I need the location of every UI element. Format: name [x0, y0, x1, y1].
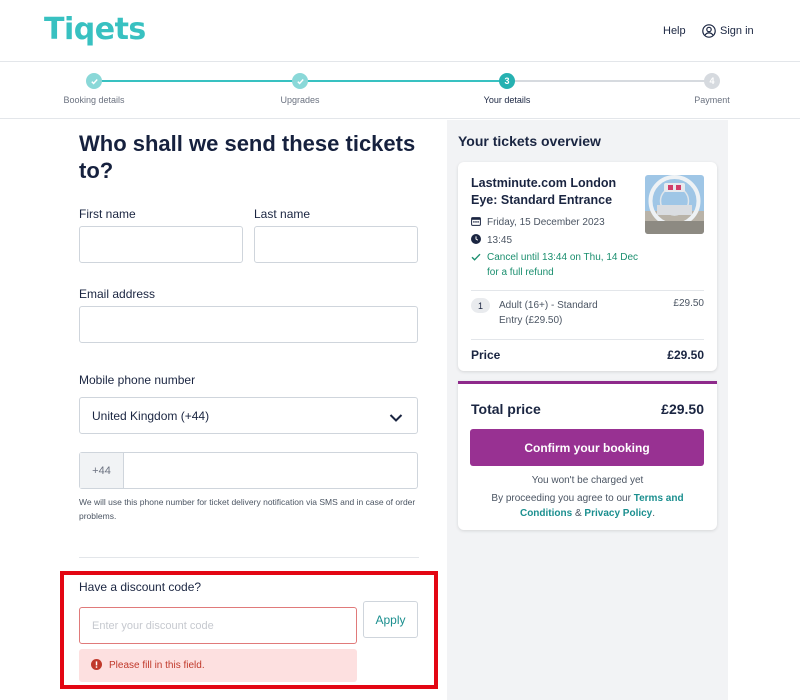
first-name-field[interactable]: [79, 226, 243, 263]
error-icon: [91, 657, 102, 675]
country-code-value: United Kingdom (+44): [92, 409, 210, 423]
clock-icon: [471, 234, 481, 247]
visit-time-text: 13:45: [487, 235, 513, 246]
step-label-your-details: Your details: [483, 95, 531, 105]
discount-label: Have a discount code?: [79, 580, 202, 594]
cancellation-policy: Cancel until 13:44 on Thu, 14 Dec for a …: [471, 250, 647, 280]
step-label-payment: Payment: [694, 95, 730, 105]
progress-stepper: Booking details Upgrades 3 Your details …: [0, 62, 800, 119]
ticket-card: Lastminute.com London Eye: Standard Entr…: [458, 162, 717, 371]
sign-in-link[interactable]: Sign in: [702, 24, 754, 38]
help-link[interactable]: Help: [663, 25, 686, 37]
visit-time: 13:45: [471, 234, 512, 247]
page-title: Who shall we send these tickets to?: [79, 131, 416, 183]
step-label-upgrades: Upgrades: [280, 95, 320, 105]
discount-code-input[interactable]: [79, 607, 357, 644]
phone-field[interactable]: +44: [79, 452, 418, 489]
email-label: Email address: [79, 287, 156, 301]
terms-prefix: By proceeding you agree to our: [491, 493, 631, 504]
chevron-down-icon: [389, 410, 403, 428]
tiqets-logo[interactable]: Tiqets: [44, 12, 146, 47]
first-name-label: First name: [79, 207, 136, 221]
visit-date-text: Friday, 15 December 2023: [487, 217, 605, 228]
visit-date: Friday, 15 December 2023: [471, 216, 605, 229]
terms-suffix: .: [652, 508, 656, 519]
total-price-label: Total price: [471, 401, 541, 417]
validation-error: Please fill in this field.: [79, 649, 357, 682]
section-divider: [79, 557, 419, 558]
total-card: Total price £29.50 Confirm your booking …: [458, 381, 717, 530]
step-1-check-icon: [86, 73, 102, 89]
step-4-number: 4: [704, 73, 720, 89]
apply-discount-button[interactable]: Apply: [363, 601, 418, 638]
phone-help-text: We will use this phone number for ticket…: [79, 497, 416, 521]
ticket-quantity: 1: [471, 298, 490, 313]
price-value: £29.50: [667, 348, 704, 362]
product-thumbnail: [645, 175, 704, 234]
user-icon: [702, 24, 716, 38]
phone-label: Mobile phone number: [79, 373, 196, 387]
cancellation-text: Cancel until 13:44 on Thu, 14 Dec for a …: [487, 252, 639, 278]
confirm-booking-button[interactable]: Confirm your booking: [470, 429, 704, 466]
terms-note: By proceeding you agree to our Terms and…: [478, 491, 697, 521]
last-name-label: Last name: [254, 207, 311, 221]
total-price-value: £29.50: [661, 401, 704, 417]
step-label-booking-details: Booking details: [63, 95, 125, 105]
privacy-policy-link[interactable]: Privacy Policy: [584, 508, 652, 519]
not-charged-note: You won't be charged yet: [531, 475, 644, 486]
calendar-icon: [471, 216, 481, 229]
error-message: Please fill in this field.: [109, 660, 205, 671]
top-bar: Tiqets Help Sign in: [0, 0, 800, 62]
price-label: Price: [471, 348, 501, 362]
step-3-number: 3: [499, 73, 515, 89]
card-divider: [471, 290, 704, 291]
step-connector: [507, 80, 712, 82]
sign-in-label: Sign in: [720, 25, 754, 37]
terms-and: &: [574, 508, 582, 519]
check-icon: [471, 250, 481, 280]
phone-prefix: +44: [80, 453, 124, 488]
ticket-type: Adult (16+) - Standard Entry (£29.50): [499, 300, 598, 326]
email-field[interactable]: [79, 306, 418, 343]
product-title: Lastminute.com London Eye: Standard Entr…: [471, 176, 617, 207]
last-name-field[interactable]: [254, 226, 418, 263]
ticket-price: £29.50: [673, 298, 704, 309]
country-code-select[interactable]: United Kingdom (+44): [79, 397, 418, 434]
overview-title: Your tickets overview: [458, 133, 601, 149]
step-2-check-icon: [292, 73, 308, 89]
card-divider: [471, 339, 704, 340]
